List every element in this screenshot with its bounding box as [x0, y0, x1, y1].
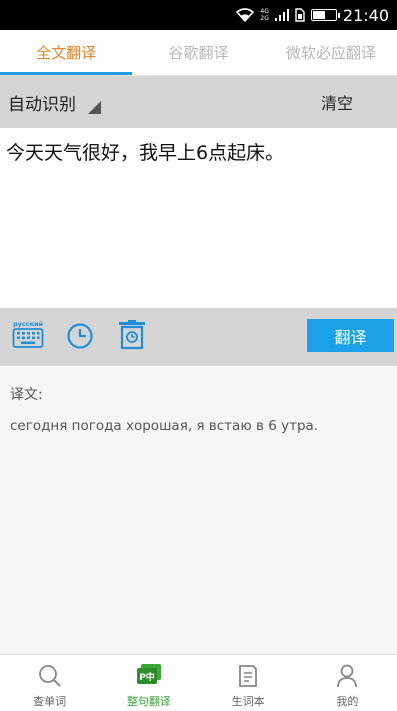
nav-label-vocabulary-book: 生词本 [231, 695, 265, 708]
signal-icon [274, 9, 289, 21]
result-label: 译文: [10, 387, 43, 403]
tab-bing-translate[interactable]: 微软必应翻译 [265, 30, 397, 75]
dropdown-triangle-icon [88, 100, 101, 114]
status-time: 21:40 [342, 5, 389, 25]
battery-level [312, 11, 325, 19]
nav-label-word-lookup: 查单词 [33, 695, 67, 708]
notebook-icon [235, 663, 261, 689]
translation-engine-tabs: 全文翻译 谷歌翻译 微软必应翻译 [0, 30, 397, 76]
source-text-input[interactable]: 今天天气很好，我早上6点起床。 [0, 128, 397, 308]
tab-google-translate[interactable]: 谷歌翻译 [132, 30, 264, 75]
result-text: сегодня погода хорошая, я встаю в 6 утра… [10, 418, 319, 434]
clear-button[interactable]: 清空 [321, 76, 353, 128]
bottom-navigation: 查单词 Р中 整句翻译 生词本 我的 [0, 654, 397, 711]
translation-result-panel: 译文: сегодня погода хорошая, я встаю в 6 … [0, 366, 397, 654]
delete-trash-icon[interactable] [118, 320, 146, 350]
search-icon [37, 663, 63, 689]
battery-icon [310, 9, 340, 21]
nav-item-sentence-translation[interactable]: Р中 整句翻译 [99, 655, 198, 711]
source-language-dropdown[interactable]: 自动识别 [8, 76, 101, 128]
nav-item-word-lookup[interactable]: 查单词 [0, 655, 99, 711]
translate-icon: Р中 [136, 663, 162, 689]
source-language-bar: 自动识别 清空 [0, 76, 397, 128]
tab-full-text-translation[interactable]: 全文翻译 [0, 30, 133, 75]
source-text: 今天天气很好，我早上6点起床。 [6, 142, 285, 164]
keyboard-icon[interactable]: русский [12, 319, 44, 349]
user-icon [334, 663, 360, 689]
nav-label-sentence-translation: 整句翻译 [126, 695, 171, 708]
status-icons: 4G 2G 21:40 [236, 0, 389, 30]
history-clock-icon[interactable] [66, 322, 94, 350]
translate-button[interactable]: 翻译 [307, 319, 394, 352]
status-bar: 4G 2G 21:40 [0, 0, 397, 30]
wifi-icon [236, 8, 255, 22]
sim-card-icon [295, 8, 305, 22]
network-type: 4G 2G [260, 8, 268, 22]
svg-text:Р中: Р中 [139, 671, 155, 683]
network-type-top: 4G [260, 8, 269, 15]
nav-label-profile: 我的 [336, 695, 359, 708]
nav-item-vocabulary-book[interactable]: 生词本 [199, 655, 298, 711]
source-language-label: 自动识别 [8, 94, 76, 115]
nav-item-profile[interactable]: 我的 [298, 655, 397, 711]
network-type-bottom: 2G [260, 15, 269, 22]
keyboard-language-label: русский [13, 320, 44, 328]
input-toolbar: русский 翻译 [0, 308, 397, 366]
